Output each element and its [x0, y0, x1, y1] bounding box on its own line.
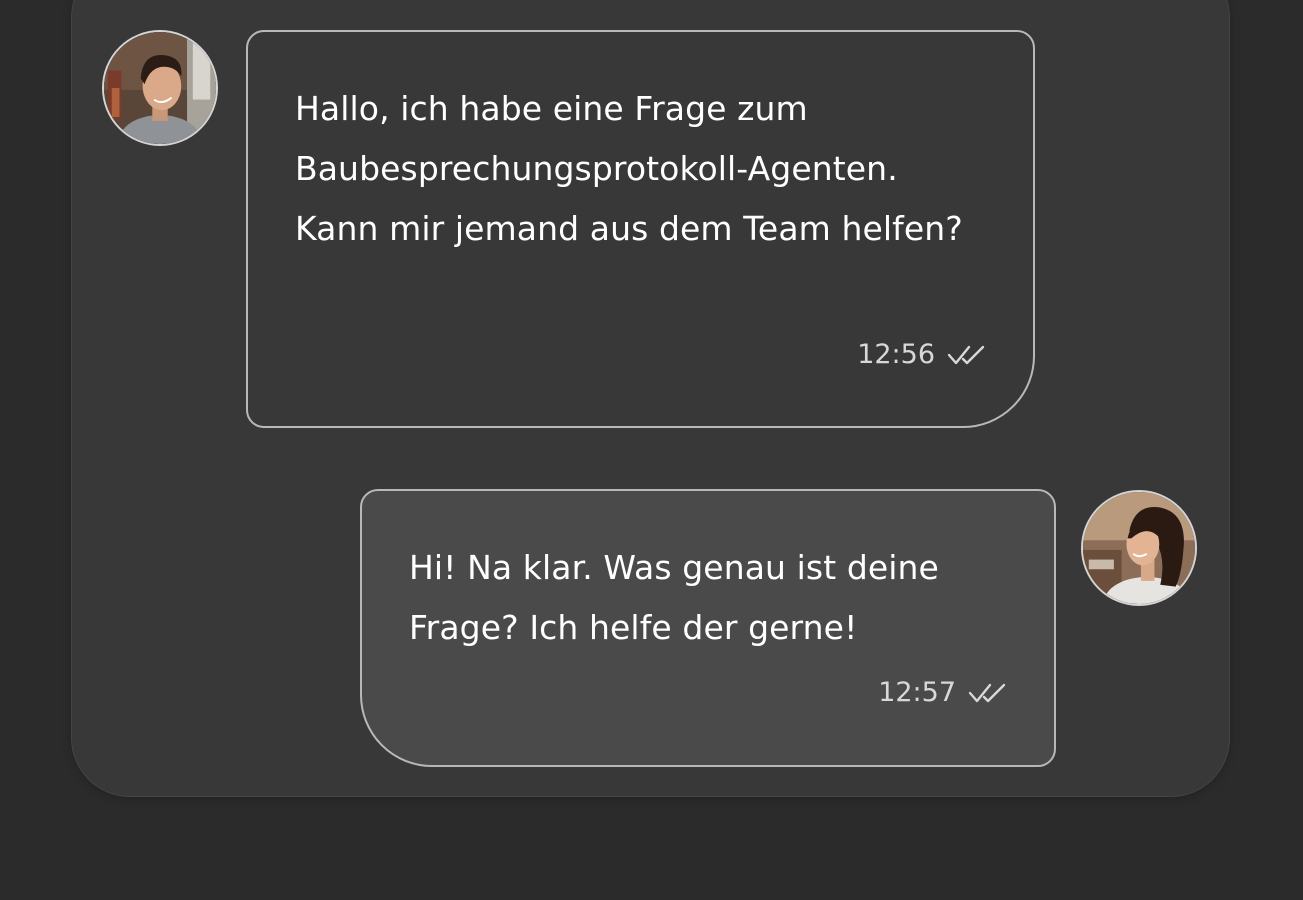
double-check-icon: [947, 343, 987, 367]
message-bubble-outgoing[interactable]: Hi! Na klar. Was genau ist deine Frage? …: [360, 489, 1056, 767]
message-time: 12:57: [878, 677, 956, 708]
message-time: 12:56: [857, 339, 935, 370]
double-check-icon: [968, 681, 1008, 705]
message-text: Hallo, ich habe eine Frage zum Baubespre…: [295, 89, 963, 248]
message-meta: 12:56: [857, 340, 987, 370]
avatar-outgoing[interactable]: [1081, 490, 1197, 606]
female-user-avatar-image: [1083, 492, 1195, 604]
message-meta: 12:57: [878, 678, 1008, 708]
avatar-incoming[interactable]: [102, 30, 218, 146]
male-user-avatar-image: [104, 32, 216, 144]
message-text: Hi! Na klar. Was genau ist deine Frage? …: [409, 548, 939, 647]
message-bubble-incoming[interactable]: Hallo, ich habe eine Frage zum Baubespre…: [246, 30, 1035, 428]
